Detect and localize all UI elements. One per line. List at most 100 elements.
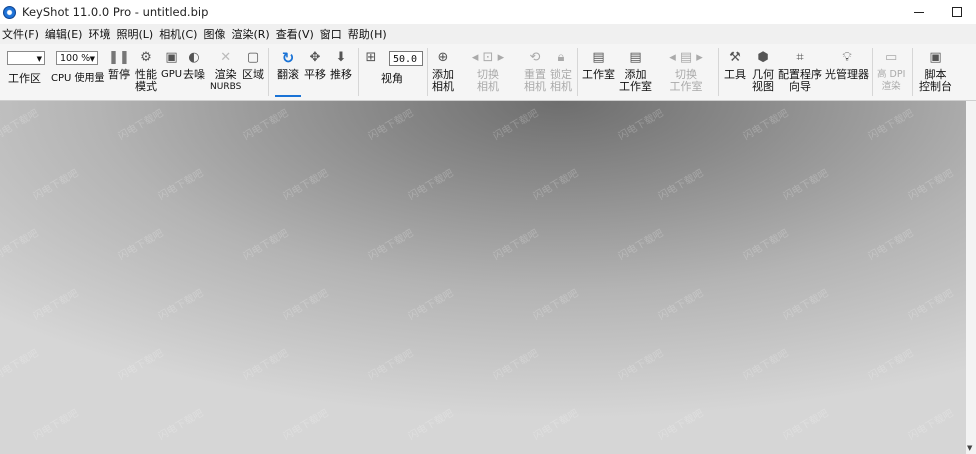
menu-help[interactable]: 帮助(H): [346, 26, 391, 42]
menu-render[interactable]: 渲染(R): [229, 26, 273, 42]
script-console-button[interactable]: ▣ 脚本 控制台: [919, 50, 952, 93]
studio-button[interactable]: ▤ 工作室: [582, 50, 615, 81]
add-studio-label: 添加 工作室: [619, 69, 652, 93]
watermark-text: 闪电下载吧: [656, 407, 706, 443]
watermark-text: 闪电下载吧: [656, 287, 706, 323]
reset-camera-label-2: 相机: [524, 80, 546, 93]
menu-camera[interactable]: 相机(C): [157, 26, 201, 42]
gpu-chip-icon: ▣: [165, 50, 178, 65]
menu-edit[interactable]: 编辑(E): [43, 26, 87, 42]
region-label: 区域: [242, 68, 264, 81]
menu-view[interactable]: 查看(V): [274, 26, 318, 42]
watermark-text: 闪电下载吧: [741, 107, 791, 143]
switch-camera-button[interactable]: ◂ ⊡ ▸ 切换 相机: [466, 50, 510, 93]
high-dpi-render-button[interactable]: ▭ 高 DPI 渲染: [877, 50, 905, 93]
workspace-dropdown[interactable]: ▼: [7, 51, 45, 65]
watermark-text: 闪电下载吧: [31, 167, 81, 203]
high-dpi-label-2: 渲染: [881, 81, 901, 92]
pause-button[interactable]: ❚❚ 暂停: [108, 50, 130, 81]
watermark-text: 闪电下载吧: [491, 347, 541, 383]
switch-studio-label: 切换 工作室: [670, 69, 703, 93]
nurbs-label-2: NURBS: [210, 82, 242, 92]
configurator-wizard-button[interactable]: ⌗ 配置程序 向导: [778, 50, 822, 93]
tumble-icon: ↻: [281, 49, 295, 67]
dolly-button[interactable]: ⬇ 推移: [330, 50, 352, 81]
geometry-view-label-2: 视图: [752, 80, 774, 93]
tools-label: 工具: [724, 68, 746, 81]
menu-image[interactable]: 图像: [201, 26, 229, 42]
switch-camera-label-2: 相机: [477, 80, 499, 93]
render-viewport[interactable]: 闪电下载吧 闪电下载吧 闪电下载吧 闪电下载吧 闪电下载吧 闪电下载吧 闪电下载吧 闪电下载吧…: [0, 101, 966, 454]
workspace-label-wrap: 工作区: [8, 70, 41, 85]
region-icon: ▢: [246, 50, 260, 65]
maximize-button[interactable]: [938, 0, 976, 24]
menu-window[interactable]: 窗口: [318, 26, 346, 42]
watermark-text: 闪电下载吧: [616, 227, 666, 263]
watermark-text: 闪电下载吧: [616, 347, 666, 383]
watermark-text: 闪电下载吧: [281, 167, 331, 203]
gpu-button[interactable]: ▣ GPU: [161, 50, 182, 81]
performance-mode-button[interactable]: ⚙ 性能 模式: [135, 50, 157, 93]
watermark-text: 闪电下载吧: [406, 407, 456, 443]
minimize-icon: [914, 11, 924, 13]
tumble-label: 翻滚: [277, 68, 299, 81]
window-title: KeyShot 11.0.0 Pro - untitled.bip: [22, 5, 209, 19]
pan-label: 平移: [304, 68, 326, 81]
denoise-button[interactable]: ◐ 去噪: [183, 50, 205, 81]
switch-camera-icon: ◂ ⊡ ▸: [471, 50, 505, 65]
render-nurbs-button[interactable]: ✕ 渲染 NURBS: [210, 50, 241, 93]
cpu-usage-value: 100 %: [60, 53, 91, 64]
perf-label-2: 模式: [135, 80, 157, 93]
pan-button[interactable]: ✥ 平移: [304, 50, 326, 81]
cpu-usage-dropdown[interactable]: 100 % ▼: [56, 51, 98, 65]
watermark-text: 闪电下载吧: [0, 227, 41, 263]
separator: [427, 48, 428, 96]
fov-label-wrap: 视角: [381, 70, 403, 85]
watermark-text: 闪电下载吧: [656, 167, 706, 203]
separator: [268, 48, 269, 96]
add-camera-label-2: 相机: [432, 80, 454, 93]
watermark-text: 闪电下载吧: [116, 227, 166, 263]
watermark-text: 闪电下载吧: [866, 347, 916, 383]
dolly-label: 推移: [330, 68, 352, 81]
watermark-text: 闪电下载吧: [491, 227, 541, 263]
fov-icon: ⊞: [365, 50, 377, 65]
switch-studio-button[interactable]: ◂ ▤ ▸ 切换 工作室: [664, 50, 708, 93]
nurbs-label: 渲染 NURBS: [210, 69, 241, 93]
performance-icon: ⚙: [140, 50, 152, 65]
switch-studio-icon: ◂ ▤ ▸: [669, 50, 703, 65]
geometry-view-label: 几何 视图: [752, 69, 774, 93]
tumble-button[interactable]: ↻ 翻滚: [277, 50, 299, 81]
tools-button[interactable]: ⚒ 工具: [724, 50, 746, 81]
minimize-button[interactable]: [900, 0, 938, 24]
watermark-text: 闪电下载吧: [281, 407, 331, 443]
watermark-text: 闪电下载吧: [366, 107, 416, 143]
light-manager-button[interactable]: 💡︎ 光管理器: [825, 50, 869, 81]
vertical-scrollbar[interactable]: ▼: [966, 101, 976, 454]
add-studio-button[interactable]: ▤ 添加 工作室: [619, 50, 652, 93]
watermark-text: 闪电下载吧: [741, 347, 791, 383]
reset-camera-button[interactable]: ⟲ 重置 相机: [524, 50, 546, 93]
add-studio-icon: ▤: [629, 50, 642, 65]
menu-lighting[interactable]: 照明(L): [114, 26, 157, 42]
chevron-down-icon: ▼: [89, 55, 95, 63]
add-camera-button[interactable]: ⊕ 添加 相机: [432, 50, 454, 93]
lock-camera-button[interactable]: 🔒︎ 锁定 相机: [550, 50, 572, 93]
geometry-view-button[interactable]: ⬢ 几何 视图: [752, 50, 774, 93]
menu-file[interactable]: 文件(F): [0, 26, 43, 42]
cpu-usage-label-wrap: CPU 使用量: [51, 70, 105, 85]
tools-icon: ⚒: [729, 50, 741, 65]
ribbon-toolbar: ▼ 工作区 100 % ▼ CPU 使用量 ❚❚ 暂停 ⚙ 性能 模式 ▣ GP…: [0, 44, 976, 101]
scroll-down-icon[interactable]: ▼: [967, 444, 972, 452]
watermark-text: 闪电下载吧: [156, 407, 206, 443]
monitor-icon: ▭: [885, 50, 898, 65]
gpu-label: GPU: [161, 69, 183, 80]
watermark-text: 闪电下载吧: [366, 347, 416, 383]
fov-input[interactable]: 50.0: [389, 51, 423, 66]
lock-camera-label-2: 相机: [550, 80, 572, 93]
watermark-text: 闪电下载吧: [616, 107, 666, 143]
window-controls: [900, 0, 976, 24]
region-button[interactable]: ▢ 区域: [242, 50, 264, 81]
menu-environment[interactable]: 环境: [86, 26, 114, 42]
watermark-text: 闪电下载吧: [781, 287, 831, 323]
